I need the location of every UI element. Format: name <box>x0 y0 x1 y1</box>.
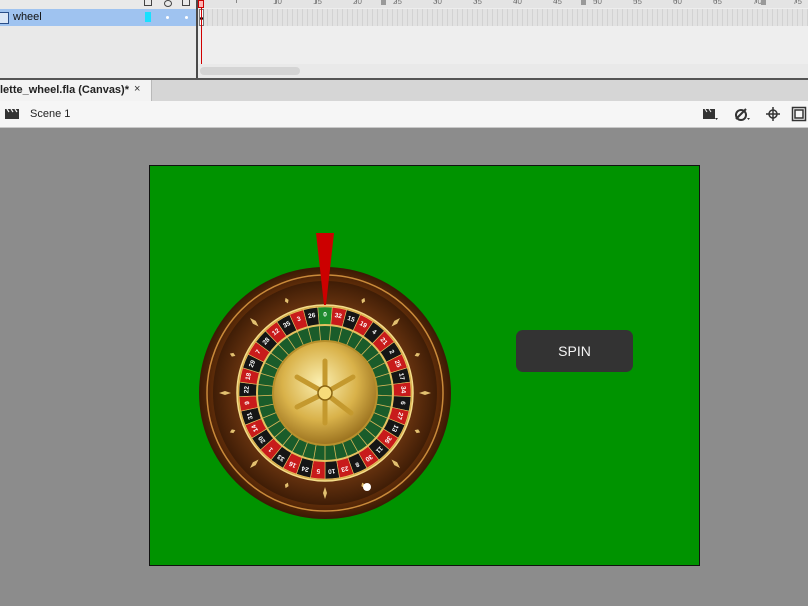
lock-icon[interactable] <box>164 0 172 7</box>
frame-ruler[interactable]: 10 15 20 25 30 35 40 45 50 55 60 65 70 75 <box>198 0 808 8</box>
lock-dot-icon[interactable] <box>185 16 188 19</box>
ruler-label: 25 <box>393 0 402 6</box>
ruler-label: 50 <box>593 0 602 6</box>
ruler-label: 55 <box>633 0 642 6</box>
roulette-wheel: 0 32 1519421225173462713361130823105241633… <box>199 233 451 519</box>
layer-row-wheel[interactable]: wheel <box>0 9 196 26</box>
layer-icon <box>0 12 9 24</box>
document-tab-bar: lette_wheel.fla (Canvas)* × <box>0 80 808 101</box>
ruler-marker <box>381 0 386 5</box>
visibility-dot-icon[interactable] <box>166 16 169 19</box>
eye-icon[interactable] <box>144 0 152 6</box>
frame-track[interactable] <box>198 9 808 26</box>
document-tab[interactable]: lette_wheel.fla (Canvas)* × <box>0 80 152 101</box>
edit-scene-icon[interactable] <box>702 106 718 122</box>
wheel-number-label: 22 <box>243 386 250 394</box>
ruler-tick <box>236 0 237 3</box>
wheel-number-label: 34 <box>399 386 406 394</box>
spin-button[interactable]: SPIN <box>516 330 633 372</box>
ruler-label: 15 <box>313 0 322 6</box>
layer-header-icons <box>140 0 196 8</box>
layer-name[interactable]: wheel <box>13 11 42 23</box>
snap-icon[interactable] <box>765 106 781 122</box>
fit-stage-icon[interactable] <box>791 106 807 122</box>
ruler-label: 40 <box>513 0 522 6</box>
timeline-panel: wheel 10 15 20 25 30 35 40 45 50 55 60 65 70 75 <box>0 0 808 78</box>
ruler-label: 75 <box>793 0 802 6</box>
ruler-label: 60 <box>673 0 682 6</box>
wheel-number-label: 0 <box>323 312 327 319</box>
ruler-label: 20 <box>353 0 362 6</box>
ruler-label: 10 <box>273 0 282 6</box>
ruler-label: 45 <box>553 0 562 6</box>
ruler-label: 65 <box>713 0 722 6</box>
close-icon[interactable]: × <box>134 83 140 95</box>
playhead[interactable] <box>198 0 204 8</box>
layer-color-swatch[interactable] <box>145 12 151 22</box>
outline-icon[interactable] <box>182 0 190 6</box>
playhead-line <box>201 8 202 64</box>
symbol-edit-icon[interactable] <box>734 106 750 122</box>
scene-label[interactable]: Scene 1 <box>30 108 70 120</box>
ruler-label: 35 <box>473 0 482 6</box>
ruler-marker <box>761 0 766 5</box>
ruler-marker <box>581 0 586 5</box>
edit-bar: Scene 1 <box>0 101 808 128</box>
stage-canvas[interactable]: 0 32 15 19 4 21 2 25 17 34 6 27 13 36 11 30 8 23 10 5 24 16 33… <box>149 165 700 566</box>
roulette-ball <box>363 483 371 491</box>
ruler-label: 30 <box>433 0 442 6</box>
frame-area[interactable]: 10 15 20 25 30 35 40 45 50 55 60 65 70 75 <box>198 0 808 64</box>
wheel-number-label: 10 <box>327 467 335 475</box>
timeline-scrollbar[interactable] <box>200 67 300 75</box>
document-tab-label[interactable]: lette_wheel.fla (Canvas)* <box>0 84 129 96</box>
clapperboard-icon[interactable] <box>5 109 19 119</box>
